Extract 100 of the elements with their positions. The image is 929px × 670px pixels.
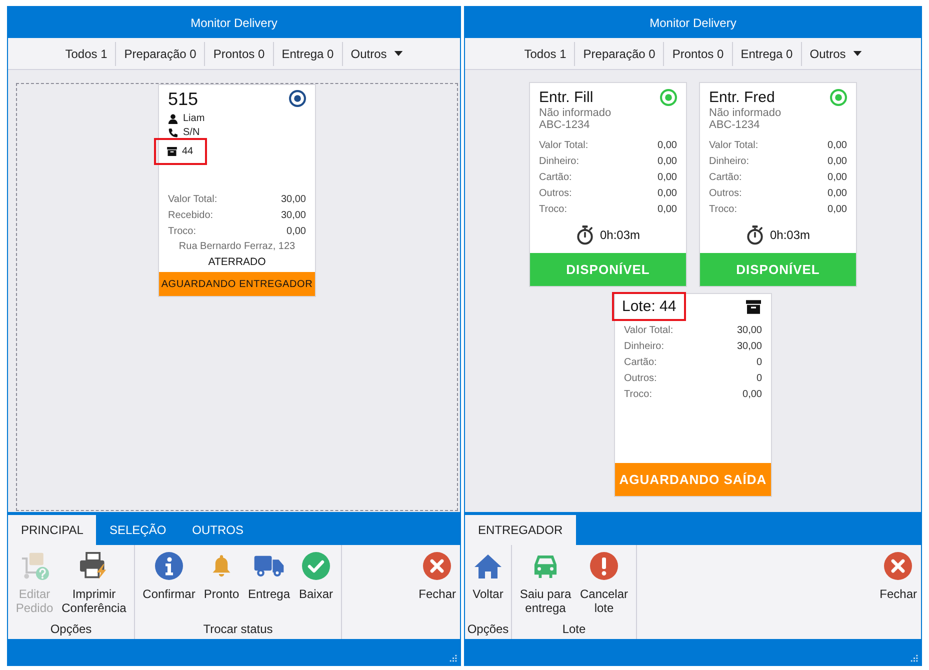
filter-dropdown[interactable]: Outros [342, 42, 411, 66]
amount-value: 30,00 [736, 324, 762, 338]
batch-card[interactable]: Lote: 44 Valor Total: 30,00 Dinheiro: 30,00 Cartão: 0 Outros: 0 Troco: 0,00 AGUARDANDO SAÍDA [614, 293, 772, 497]
close-icon [423, 552, 452, 580]
timer-text: 0h:03m [770, 227, 810, 244]
group-label: Trocar status [203, 621, 273, 638]
delivery-button[interactable]: Entrega [244, 545, 294, 601]
close-button[interactable]: Fechar [876, 545, 920, 601]
filter-tab[interactable]: Todos 1 [57, 42, 116, 66]
resize-grip-icon [449, 654, 457, 662]
amount-value: 0,00 [658, 171, 677, 185]
status-banner: AGUARDANDO ENTREGADOR [159, 272, 315, 296]
stopwatch-icon [746, 225, 764, 245]
amount-value: 0,00 [828, 171, 847, 185]
amount-label: Cartão: [709, 171, 742, 185]
close-button[interactable]: Fechar [416, 545, 459, 601]
ribbon-tab[interactable]: ENTREGADOR [465, 515, 576, 545]
info-icon [155, 552, 183, 580]
printer-icon [79, 552, 109, 580]
confirm-button[interactable]: Confirmar [139, 545, 199, 601]
bell-icon [211, 554, 232, 578]
back-button[interactable]: Voltar [469, 545, 507, 601]
amount-value: 30,00 [280, 193, 306, 207]
amount-value: 0 [756, 356, 762, 370]
courier-info: Não informado [709, 107, 782, 119]
amount-value: 0,00 [658, 203, 677, 217]
amount-value: 0,00 [742, 388, 762, 402]
print-button[interactable]: Imprimir Conferência [58, 545, 130, 615]
amount-label: Dinheiro: [539, 155, 580, 169]
truck-icon [254, 555, 284, 577]
user-icon [168, 114, 178, 124]
amount-value: 0,00 [658, 155, 677, 169]
courier-card[interactable]: Entr. Fill Não informado ABC-1234 Valor Total: 0,00 Dinheiro: 0,00 Cartão: 0,00 Outros: 0,00 Troco: 0,00 0h:03m DISPONÍVEL [529, 82, 687, 287]
amount-value: 0,00 [828, 187, 847, 201]
stopwatch-icon [576, 225, 594, 245]
batch-title: Lote: 44 [622, 298, 676, 316]
amount-label: Troco: [539, 203, 567, 217]
filter-tab[interactable]: Todos 1 [516, 42, 574, 66]
courier-info: ABC-1234 [539, 119, 590, 131]
home-icon [474, 554, 502, 578]
amount-label: Outros: [624, 372, 657, 386]
amount-label: Cartão: [624, 356, 657, 370]
status-banner: AGUARDANDO SAÍDA [615, 463, 771, 496]
archive-box-icon [167, 147, 177, 156]
ribbon-tab[interactable]: OUTROS [179, 515, 257, 545]
amount-label: Outros: [709, 187, 742, 201]
amount-label: Troco: [709, 203, 737, 217]
finish-button[interactable]: Baixar [295, 545, 337, 601]
resize-grip-icon [910, 654, 918, 662]
ready-button[interactable]: Pronto [200, 545, 243, 601]
amount-value: 0,00 [286, 225, 306, 239]
departed-button[interactable]: Saiu para entrega [516, 545, 575, 615]
detail-text: 44 [182, 146, 194, 158]
filter-tab[interactable]: Entrega 0 [272, 42, 342, 66]
neighborhood-text: ATERRADO [208, 255, 266, 269]
amount-value: 30,00 [736, 340, 762, 354]
courier-info: ABC-1234 [709, 119, 760, 131]
amount-label: Dinheiro: [709, 155, 750, 169]
amount-label: Valor Total: [168, 193, 218, 207]
address-text: Rua Bernardo Ferraz, 123 [178, 240, 296, 253]
ribbon-tab[interactable]: SELEÇÃO [96, 515, 180, 545]
amount-label: Outros: [539, 187, 572, 201]
exclamation-circle-icon [590, 552, 618, 580]
courier-card[interactable]: Entr. Fred Não informado ABC-1234 Valor Total: 0,00 Dinheiro: 0,00 Cartão: 0,00 Outros: 0,00 Troco: 0,00 0h:03m DISPONÍVEL [699, 82, 857, 287]
filter-tab[interactable]: Preparação 0 [574, 42, 664, 66]
courier-info: Não informado [539, 107, 612, 119]
window-title: Monitor Delivery [650, 14, 736, 32]
amount-value: 0,00 [658, 139, 677, 153]
check-circle-icon [302, 552, 330, 580]
amount-label: Valor Total: [539, 139, 588, 153]
courier-name: Entr. Fill [539, 89, 594, 107]
amount-label: Recebido: [168, 209, 214, 223]
group-label: Lote [562, 621, 586, 638]
order-number: 515 [168, 88, 198, 110]
amount-label: Cartão: [539, 171, 572, 185]
amount-label: Dinheiro: [624, 340, 664, 354]
car-icon [533, 554, 558, 578]
caret-icon [852, 51, 862, 56]
group-label: Opções [467, 621, 509, 638]
amount-label: Troco: [168, 225, 196, 239]
caret-icon [394, 51, 403, 56]
status-banner: DISPONÍVEL [700, 253, 856, 286]
timer-text: 0h:03m [600, 227, 640, 244]
amount-label: Valor Total: [624, 324, 674, 338]
filter-tab[interactable]: Entrega 0 [732, 42, 801, 66]
cancel-batch-button[interactable]: Cancelar lote [576, 545, 632, 615]
filter-tab[interactable]: Prontos 0 [204, 42, 273, 66]
status-banner: DISPONÍVEL [530, 253, 686, 286]
amount-value: 0,00 [828, 203, 847, 217]
amount-value: 0,00 [658, 187, 677, 201]
detail-text: Liam [183, 113, 205, 125]
detail-text: S/N [183, 127, 200, 139]
filter-dropdown[interactable]: Outros [800, 42, 870, 66]
close-icon [884, 552, 912, 580]
archive-box-icon [746, 300, 761, 314]
amount-label: Valor Total: [709, 139, 758, 153]
filter-tab[interactable]: Preparação 0 [115, 42, 204, 66]
amount-value: 0,00 [828, 155, 847, 169]
filter-tab[interactable]: Prontos 0 [663, 42, 732, 66]
ribbon-tab[interactable]: PRINCIPAL [8, 515, 96, 545]
